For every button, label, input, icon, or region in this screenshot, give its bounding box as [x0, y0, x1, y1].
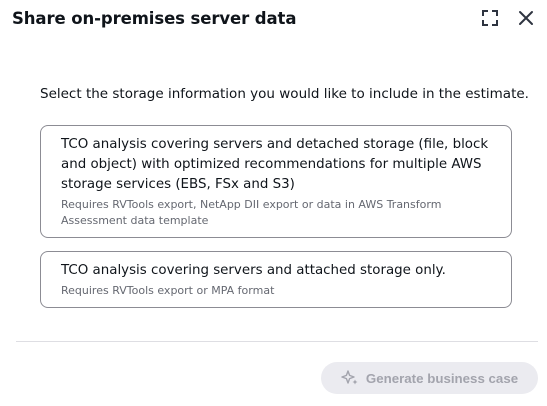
- footer-divider: [16, 341, 538, 342]
- option-label: TCO analysis covering servers and attach…: [61, 263, 446, 278]
- generate-button-label: Generate business case: [365, 370, 519, 386]
- sparkle-icon: [341, 370, 358, 385]
- expand-icon: [482, 10, 498, 26]
- share-server-data-modal: Share on-premises server data Select the…: [0, 0, 547, 406]
- option-hint: Requires RVTools export, NetApp DII expo…: [61, 198, 442, 227]
- instruction-text: Select the storage information you would…: [40, 86, 529, 102]
- option-hint: Requires RVTools export or MPA format: [61, 284, 275, 297]
- expand-button[interactable]: [479, 7, 501, 29]
- close-icon: [519, 11, 533, 25]
- header-actions: [479, 6, 537, 30]
- option-label: TCO analysis covering servers and detach…: [61, 137, 489, 192]
- generate-business-case-button[interactable]: Generate business case: [321, 362, 538, 394]
- modal-title: Share on-premises server data: [12, 8, 297, 28]
- option-attached-storage[interactable]: TCO analysis covering servers and attach…: [40, 251, 512, 308]
- close-button[interactable]: [515, 7, 537, 29]
- modal-header: Share on-premises server data: [12, 6, 537, 30]
- option-detached-storage[interactable]: TCO analysis covering servers and detach…: [40, 125, 512, 238]
